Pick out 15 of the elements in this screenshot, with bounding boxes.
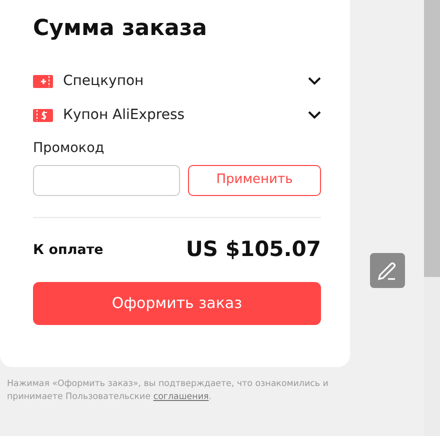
agreement-link[interactable]: соглашения — [153, 392, 209, 402]
legal-notice: Нажимая «Оформить заказ», вы подтверждаете, что ознакомились и принимаете Пользовательские соглашения. — [6, 378, 330, 404]
edit-button[interactable] — [370, 253, 404, 288]
total-amount: US $105.07 — [186, 236, 321, 263]
total-label: К оплате — [33, 240, 104, 260]
coupon-row[interactable]: Спецкупон — [33, 64, 321, 98]
promo-code-field[interactable] — [33, 164, 180, 196]
section-title: Сумма заказа — [33, 16, 208, 42]
checkout-button[interactable]: Оформить заказ — [33, 282, 321, 325]
coupon-icon — [33, 74, 53, 88]
promo-code-label: Промокод — [33, 139, 104, 158]
coupon-icon — [33, 108, 53, 122]
coupon-row[interactable]: Купон AliExpress — [33, 98, 321, 132]
scrollbar[interactable] — [424, 0, 440, 436]
apply-button[interactable]: Применить — [188, 164, 321, 196]
